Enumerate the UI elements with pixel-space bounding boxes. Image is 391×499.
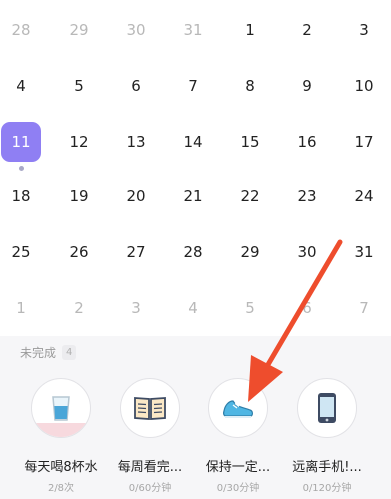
open-book-icon bbox=[134, 397, 166, 420]
calendar-day[interactable]: 31 bbox=[169, 6, 217, 54]
calendar-day[interactable]: 2 bbox=[283, 6, 331, 54]
calendar-day[interactable]: 4 bbox=[169, 284, 217, 332]
calendar-day[interactable]: 19 bbox=[55, 172, 103, 220]
habit-progress-fill bbox=[32, 422, 90, 437]
habit-label: 每天喝8杯水 bbox=[24, 460, 98, 475]
habit-progress-text: 0/30分钟 bbox=[216, 483, 260, 494]
calendar-grid: 28 29 30 31 1 2 3 4 5 6 7 8 9 10 11 12 13 14 15 16 17 18 19 20 2… bbox=[0, 0, 391, 336]
calendar-day[interactable]: 28 bbox=[0, 6, 45, 54]
calendar-day[interactable]: 30 bbox=[112, 6, 160, 54]
calendar-day[interactable]: 23 bbox=[283, 172, 331, 220]
calendar-day[interactable]: 14 bbox=[169, 118, 217, 166]
habit-label: 每周看完... bbox=[117, 460, 183, 475]
calendar-day[interactable]: 6 bbox=[112, 62, 160, 110]
habit-progress-text: 0/120分钟 bbox=[302, 483, 352, 494]
today-indicator-dot bbox=[18, 166, 24, 171]
running-shoe-icon bbox=[223, 400, 253, 418]
habit-item-exercise[interactable]: 保持一定... 0/30分钟 bbox=[193, 378, 283, 498]
calendar-day[interactable]: 3 bbox=[112, 284, 160, 332]
calendar-day[interactable]: 7 bbox=[340, 284, 388, 332]
water-glass-icon bbox=[52, 396, 70, 421]
calendar-day[interactable]: 17 bbox=[340, 118, 388, 166]
habit-progress-circle[interactable] bbox=[120, 378, 180, 438]
calendar-day[interactable]: 15 bbox=[226, 118, 274, 166]
calendar-day[interactable]: 16 bbox=[283, 118, 331, 166]
calendar-day[interactable]: 7 bbox=[169, 62, 217, 110]
calendar-day[interactable]: 29 bbox=[226, 228, 274, 276]
calendar-day[interactable]: 20 bbox=[112, 172, 160, 220]
incomplete-count-badge: 4 bbox=[62, 345, 77, 360]
habit-item-drink-water[interactable]: 每天喝8杯水 2/8次 bbox=[16, 378, 106, 498]
calendar-day[interactable]: 30 bbox=[283, 228, 331, 276]
section-title: 未完成 bbox=[20, 346, 57, 360]
habit-progress-text: 0/60分钟 bbox=[128, 483, 172, 494]
calendar-week-row: 25 26 27 28 29 30 31 bbox=[0, 228, 391, 284]
calendar-day[interactable]: 29 bbox=[55, 6, 103, 54]
calendar-day[interactable]: 21 bbox=[169, 172, 217, 220]
calendar-day[interactable]: 3 bbox=[340, 6, 388, 54]
habit-label: 远离手机!... bbox=[292, 460, 362, 475]
calendar-day[interactable]: 5 bbox=[226, 284, 274, 332]
calendar-day-today[interactable]: 11 bbox=[1, 122, 41, 162]
calendar-day[interactable]: 1 bbox=[226, 6, 274, 54]
calendar-day[interactable]: 8 bbox=[226, 62, 274, 110]
calendar-day[interactable]: 27 bbox=[112, 228, 160, 276]
habit-item-away-from-phone[interactable]: 远离手机!... 0/120分钟 bbox=[282, 378, 372, 498]
habit-label: 保持一定... bbox=[205, 460, 271, 475]
habit-progress-circle[interactable] bbox=[297, 378, 357, 438]
section-header: 未完成 4 bbox=[20, 344, 77, 361]
calendar-week-row: 18 19 20 21 22 23 24 bbox=[0, 172, 391, 228]
calendar-day[interactable]: 10 bbox=[340, 62, 388, 110]
calendar-week-row: 28 29 30 31 1 2 3 bbox=[0, 6, 391, 62]
calendar-day[interactable]: 18 bbox=[0, 172, 45, 220]
calendar-day[interactable]: 22 bbox=[226, 172, 274, 220]
calendar-day[interactable]: 13 bbox=[112, 118, 160, 166]
incomplete-habits-section: 未完成 4 每天喝8杯水 2/8次 每周看完... 0/60分钟 保持一定...… bbox=[0, 336, 391, 499]
calendar-day[interactable]: 31 bbox=[340, 228, 388, 276]
habit-progress-circle[interactable] bbox=[31, 378, 91, 438]
calendar-day[interactable]: 28 bbox=[169, 228, 217, 276]
calendar-day[interactable]: 6 bbox=[283, 284, 331, 332]
habit-progress-text: 2/8次 bbox=[47, 483, 75, 494]
calendar-day[interactable]: 2 bbox=[55, 284, 103, 332]
calendar-day[interactable]: 25 bbox=[0, 228, 45, 276]
calendar-week-row: 11 12 13 14 15 16 17 bbox=[0, 118, 391, 174]
calendar-day[interactable]: 24 bbox=[340, 172, 388, 220]
calendar-week-row: 1234567 bbox=[0, 284, 391, 340]
calendar-day[interactable]: 5 bbox=[55, 62, 103, 110]
habit-item-read-book[interactable]: 每周看完... 0/60分钟 bbox=[105, 378, 195, 498]
calendar-week-row: 4 5 6 7 8 9 10 bbox=[0, 62, 391, 118]
calendar-day[interactable]: 4 bbox=[0, 62, 45, 110]
calendar-day[interactable]: 12 bbox=[55, 118, 103, 166]
phone-icon bbox=[318, 393, 336, 423]
calendar-day[interactable]: 9 bbox=[283, 62, 331, 110]
calendar-day[interactable]: 26 bbox=[55, 228, 103, 276]
calendar-day[interactable]: 1 bbox=[0, 284, 45, 332]
habit-progress-circle[interactable] bbox=[208, 378, 268, 438]
